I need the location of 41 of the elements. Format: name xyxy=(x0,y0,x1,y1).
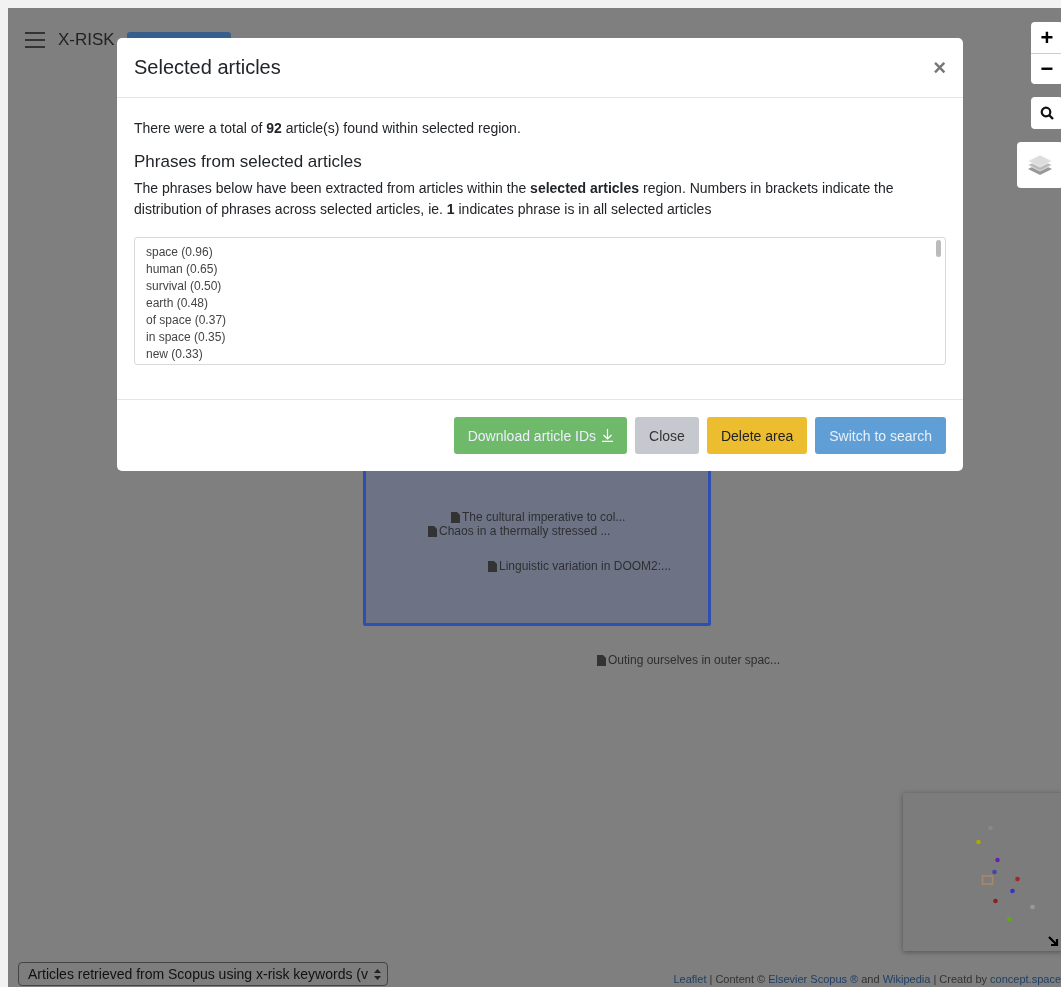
app-title: X-RISK xyxy=(58,30,115,50)
download-icon xyxy=(602,429,614,443)
phrase-list[interactable]: space (0.96) human (0.65) survival (0.50) earth (0.48) of space (0.37) in space (0.35) new (0.33) xyxy=(134,237,946,366)
modal-title: Selected articles xyxy=(134,56,281,79)
search-icon xyxy=(1040,106,1054,120)
phrase-item: survival (0.50) xyxy=(146,278,223,296)
attribution-text: | Content © xyxy=(708,973,767,985)
scrollbar[interactable] xyxy=(936,240,941,258)
attribution-link[interactable]: Leaflet xyxy=(673,973,707,985)
expand-arrow-icon[interactable] xyxy=(1048,936,1059,947)
attribution-link[interactable]: Wikipedia xyxy=(882,973,931,985)
attribution-text: and xyxy=(860,973,881,985)
selection-area[interactable] xyxy=(363,468,711,626)
zoom-in-button[interactable]: + xyxy=(1031,22,1061,53)
phrase-item: space (0.96) xyxy=(146,244,214,262)
attribution-link[interactable]: Elsevier Scopus ® xyxy=(768,973,859,985)
phrase-item: earth (0.48) xyxy=(146,295,210,313)
phrase-item: of space (0.37) xyxy=(146,312,228,330)
zoom-out-button[interactable]: − xyxy=(1031,53,1061,84)
dropdown-icon xyxy=(374,968,381,980)
search-button[interactable] xyxy=(1031,97,1061,129)
action-button[interactable]: Close xyxy=(635,417,699,455)
document-icon xyxy=(451,511,460,523)
layer-select[interactable]: Articles retrieved from Scopus using x-risk keywords (v xyxy=(18,962,388,986)
phrase-item: in space (0.35) xyxy=(146,329,227,347)
action-button[interactable]: Download article IDs xyxy=(453,417,628,455)
section-heading: Phrases from selected articles xyxy=(134,151,363,172)
phrase-item: human (0.65) xyxy=(146,261,219,279)
layers-button[interactable] xyxy=(1017,142,1061,188)
action-button[interactable]: Delete area xyxy=(706,417,808,455)
action-button[interactable]: Switch to search xyxy=(815,417,946,455)
document-icon xyxy=(428,525,437,537)
document-icon xyxy=(488,560,497,572)
description-text: The phrases below have been extracted from articles within the selected articles region. Numbers in brackets indicate the distribution of phrases across selected articles, ie. 1 indicates phrase is in all selected articles xyxy=(134,178,895,220)
summary-text: There were a total of 92 article(s) found within selected region. xyxy=(134,119,522,138)
menu-icon[interactable] xyxy=(24,32,46,48)
phrase-item: new (0.33) xyxy=(146,346,204,364)
attribution-text: | Creatd by xyxy=(932,973,988,985)
document-icon xyxy=(597,654,606,666)
attribution-link[interactable]: concept.space xyxy=(990,973,1061,985)
close-button[interactable]: × xyxy=(933,56,946,79)
